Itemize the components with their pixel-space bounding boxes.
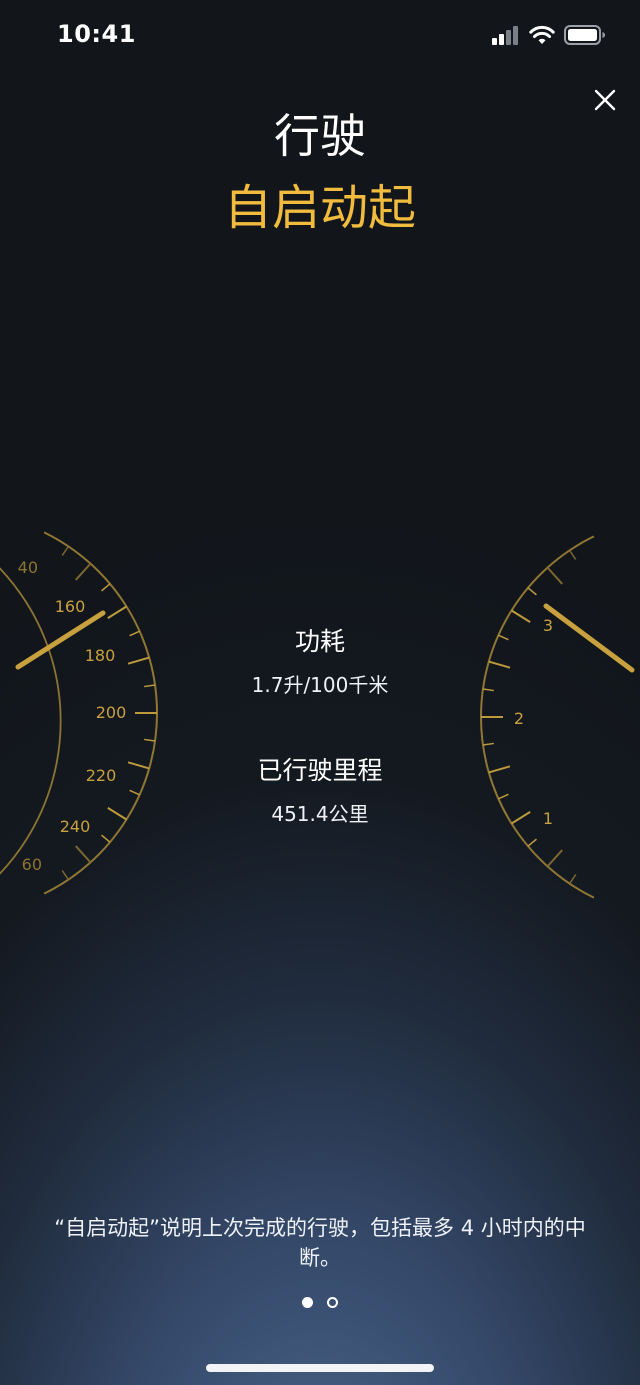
gauge-tick [568,549,577,560]
gauge-tick [527,838,537,847]
speedometer-gauge: 40 160 180 200 220 240 60 [0,531,158,895]
page-dot-2[interactable] [327,1297,338,1308]
info-note: “自启动起”说明上次完成的行驶，包括最多 4 小时内的中断。 [54,1216,586,1270]
gauge-tick [568,874,577,885]
gauge-tick [61,870,70,881]
gauge-tick [488,660,511,669]
distance-label: 已行驶里程 [257,756,383,785]
page-dot-1[interactable] [302,1297,313,1308]
gauge-tick [107,605,127,619]
speed-label: 40 [18,558,38,577]
status-time: 10:41 [57,20,136,48]
consumption-value: 1.7升/100千米 [251,673,389,697]
gauge-tick [75,845,92,864]
gauge-tick [527,587,537,596]
speed-label: 160 [55,597,86,616]
gauge-tick [101,834,111,843]
gauge-tick [546,849,563,868]
fuel-label: 2 [514,709,524,728]
status-icons [492,24,606,46]
gauge-tick [129,789,140,796]
cellular-signal-icon [492,26,518,45]
fuel-gauge: 3 2 1 [480,535,635,899]
gauge-tick [511,609,531,623]
gauge-tick [127,656,150,665]
speed-label: 200 [96,703,127,722]
gauge-tick [482,742,494,746]
speed-label: 60 [22,855,42,874]
page-indicator [0,1297,640,1308]
page-subtitle: 自启动起 [223,180,416,236]
consumption-label: 功耗 [294,627,345,656]
gauge-tick [546,566,563,585]
gauge-tick [61,545,70,556]
gauge-tick [75,562,92,581]
battery-icon [564,25,605,45]
home-indicator[interactable] [206,1364,434,1372]
gauge-tick [144,738,156,742]
status-bar: 10:41 [0,0,640,70]
gauge-tick [101,583,111,592]
distance-value: 451.4公里 [271,802,369,826]
wifi-icon [529,25,555,44]
page-title: 行驶 [274,109,366,163]
